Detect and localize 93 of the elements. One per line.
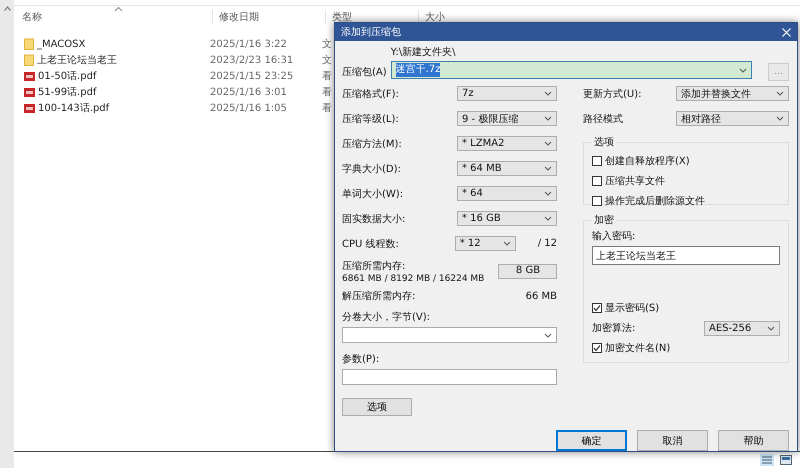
chevron-down-icon[interactable] (502, 239, 512, 248)
memory-detail: 6861 MB / 8192 MB / 16224 MB (342, 274, 484, 284)
pdf-file-icon (24, 88, 35, 96)
checkbox-label[interactable]: 显示密码(S) (605, 301, 660, 315)
dropdown[interactable]: * 64 (457, 186, 557, 201)
dialog-button[interactable]: 取消 (637, 430, 708, 451)
field-label: 压缩等级(L): (342, 112, 399, 126)
field-label: 字典大小(D): (342, 162, 401, 176)
close-icon[interactable] (782, 28, 791, 36)
dropdown[interactable]: 8 GB (498, 264, 557, 278)
folder-icon (24, 54, 34, 66)
dropdown[interactable]: 9 - 极限压缩 (457, 111, 557, 126)
modified-date: 2025/1/16 3:01 (209, 86, 288, 98)
modified-date: 2023/2/23 16:31 (209, 54, 294, 66)
chevron-down-icon[interactable] (543, 164, 553, 173)
password-field[interactable]: 上老王论坛当老王 (592, 246, 780, 265)
field-label: 参数(P): (342, 352, 380, 366)
checkbox-label[interactable]: 操作完成后删除源文件 (605, 194, 705, 208)
checkbox-label[interactable]: 加密文件名(N) (605, 341, 670, 355)
chevron-down-icon[interactable] (543, 189, 553, 198)
field-label: 压缩方法(M): (342, 138, 402, 150)
file-name[interactable]: 100-143话.pdf (38, 101, 110, 115)
group-title: 加密 (593, 214, 615, 227)
field-label: 固实数据大小: (342, 212, 406, 226)
options-button[interactable]: 选项 (342, 398, 412, 416)
group-title: 选项 (593, 136, 615, 149)
checkbox[interactable] (592, 176, 602, 186)
sort-up-icon (114, 6, 123, 12)
field-label: CPU 线程数: (342, 238, 399, 250)
dropdown[interactable]: * LZMA2 (457, 136, 557, 151)
field-label: 压缩所需内存: (342, 260, 406, 272)
chevron-down-icon[interactable] (543, 330, 553, 340)
field-label: 更新方式(U): (583, 88, 642, 100)
checkmark-icon (593, 304, 601, 312)
pdf-file-icon (24, 104, 35, 112)
field-label: 解压缩所需内存: (342, 290, 416, 303)
thread-total: / 12 (538, 238, 557, 249)
memory-value: 66 MB (526, 290, 557, 302)
checkbox[interactable] (592, 156, 602, 166)
file-type: 看 (321, 70, 332, 83)
file-name[interactable]: 上老王论坛当老王 (37, 53, 117, 67)
file-type: 看 (321, 86, 332, 99)
file-name[interactable]: 01-50话.pdf (38, 69, 96, 83)
modified-date: 2025/1/16 1:05 (209, 102, 288, 114)
dropdown[interactable]: AES-256 (704, 320, 780, 336)
file-type: 文 (321, 54, 332, 67)
file-type: 文 (321, 38, 332, 51)
modified-date: 2025/1/16 3:22 (209, 38, 288, 50)
chevron-down-icon[interactable] (775, 89, 785, 98)
dropdown[interactable]: 添加并替换文件 (676, 86, 789, 101)
large-icons-view-icon[interactable] (780, 455, 792, 465)
file-name[interactable]: 51-99话.pdf (38, 85, 96, 99)
chevron-down-icon[interactable] (543, 139, 553, 148)
dropdown[interactable]: 7z (457, 86, 557, 101)
dialog-button[interactable]: 帮助 (718, 430, 789, 451)
file-type: 看 (321, 102, 332, 115)
parameters-field[interactable] (342, 369, 557, 385)
field-label: 路径模式 (583, 112, 623, 126)
field-label: 输入密码: (592, 230, 636, 243)
chevron-down-icon[interactable] (543, 214, 553, 223)
chevron-down-icon[interactable] (775, 114, 785, 123)
checkbox[interactable] (592, 303, 602, 313)
checkbox-label[interactable]: 压缩共享文件 (605, 174, 665, 188)
archive-label: 压缩包(A) (342, 66, 387, 79)
archive-path: Y:\新建文件夹\ (390, 46, 457, 59)
dropdown[interactable]: * 12 (454, 236, 516, 251)
folder-icon (24, 38, 34, 50)
checkbox-label[interactable]: 创建自释放程序(X) (605, 154, 690, 168)
column-header[interactable]: 名称 (22, 12, 42, 23)
checkmark-icon (593, 344, 601, 352)
chevron-down-icon[interactable] (543, 114, 553, 123)
modified-date: 2025/1/15 23:25 (209, 70, 294, 82)
column-header[interactable]: 类型 (332, 12, 352, 23)
column-header[interactable]: 修改日期 (219, 12, 259, 23)
field-label: 压缩格式(F): (342, 88, 399, 100)
checkbox[interactable] (592, 343, 602, 353)
dropdown[interactable]: * 64 MB (457, 161, 557, 176)
chevron-down-icon[interactable] (738, 66, 748, 74)
scroll-up-icon (4, 6, 10, 11)
dialog-button[interactable]: 确定 (556, 430, 627, 451)
chevron-down-icon[interactable] (543, 89, 553, 98)
field-label: 加密算法: (592, 322, 636, 335)
details-view-icon[interactable] (760, 454, 774, 466)
column-header[interactable]: 大小 (425, 12, 445, 23)
field-label: 分卷大小，字节(V): (342, 310, 432, 324)
dialog-title: 添加到压缩包 (341, 26, 401, 39)
dropdown[interactable]: * 16 GB (457, 211, 557, 226)
file-name[interactable]: _MACOSX (37, 38, 86, 50)
field-label: 单词大小(W): (342, 188, 404, 200)
chevron-down-icon[interactable] (766, 324, 776, 332)
pdf-file-icon (24, 72, 35, 80)
checkbox[interactable] (592, 196, 602, 206)
dropdown[interactable]: 相对路径 (676, 111, 789, 126)
